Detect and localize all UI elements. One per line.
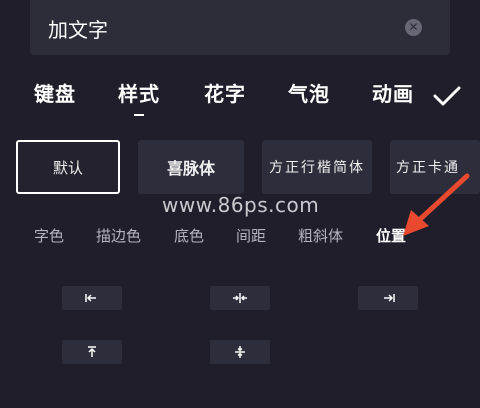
align-left-button[interactable] [62,286,122,310]
active-tab-indicator [134,114,144,116]
subtab-stroke-color[interactable]: 描边色 [96,225,141,246]
subtab-bold-italic[interactable]: 粗斜体 [298,225,343,246]
font-ximai-label: 喜脉体 [166,159,215,178]
align-center-vertical-icon [235,346,245,358]
tab-animation[interactable]: 动画 [372,78,414,107]
font-fangzheng-xingkai-button[interactable]: 方正行楷简体 [262,140,372,194]
align-top-button[interactable] [62,340,122,364]
font-default-button[interactable]: 默认 [16,140,120,194]
font-ximai-button[interactable]: 喜脉体 [138,140,244,194]
tab-fancy-text[interactable]: 花字 [204,78,246,107]
annotation-arrow-icon [403,173,470,236]
align-center-vertical-button[interactable] [210,340,270,364]
align-center-horizontal-icon [233,293,247,303]
font-fangzheng-xingkai-label: 方正行楷简体 [269,160,365,176]
check-icon[interactable] [432,84,462,108]
font-default-label: 默认 [52,158,83,177]
clear-icon[interactable]: ✕ [405,19,422,36]
subtab-spacing[interactable]: 间距 [236,225,266,246]
tab-style[interactable]: 样式 [118,78,160,107]
tab-keyboard[interactable]: 键盘 [34,78,76,107]
text-input-value[interactable]: 加文字 [48,14,108,43]
tab-bubble[interactable]: 气泡 [288,78,330,107]
text-input-bar[interactable]: 加文字 ✕ [30,0,450,55]
watermark-text: www.86ps.com [162,193,320,217]
tab-bar: 键盘 样式 花字 气泡 动画 [0,78,480,118]
align-top-icon [88,346,96,357]
align-center-horizontal-button[interactable] [210,286,270,310]
subtab-text-color[interactable]: 字色 [34,225,64,246]
align-left-icon [85,294,96,302]
align-right-icon [384,294,395,302]
align-right-button[interactable] [358,286,418,310]
subtab-background-color[interactable]: 底色 [174,225,204,246]
